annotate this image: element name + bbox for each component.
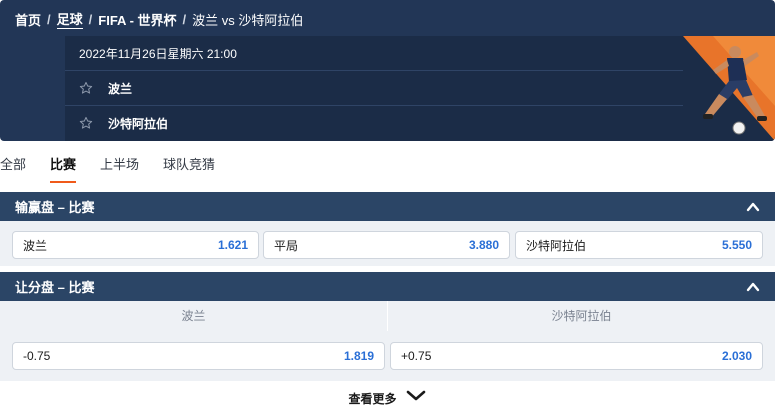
breadcrumb-competition-link[interactable]: FIFA - 世界杯: [98, 10, 176, 29]
soccer-player-illustration: [683, 36, 775, 141]
chevron-up-icon[interactable]: [746, 280, 760, 294]
odds-price: 5.550: [721, 238, 752, 252]
match-header: 首页 / 足球 / FIFA - 世界杯 / 波兰 vs 沙特阿拉伯 2022年…: [0, 0, 775, 141]
odds-label: -0.75: [23, 349, 51, 363]
team-name-away: 沙特阿拉伯: [108, 116, 169, 131]
market-handicap-title: 让分盘 – 比赛: [15, 280, 95, 295]
breadcrumb-current-match: 波兰 vs 沙特阿拉伯: [192, 12, 304, 28]
odds-price: 2.030: [721, 349, 752, 363]
odds-button-away[interactable]: 沙特阿拉伯 5.550: [515, 231, 763, 259]
odds-button-draw[interactable]: 平局 3.880: [263, 231, 510, 259]
odds-label: 沙特阿拉伯: [526, 238, 587, 253]
tab-team-specials[interactable]: 球队竞猜: [163, 156, 215, 183]
breadcrumb-separator: /: [182, 11, 187, 27]
market-1x2-title: 输赢盘 – 比赛: [15, 200, 95, 215]
star-icon[interactable]: [79, 116, 93, 130]
breadcrumb-separator: /: [88, 11, 93, 27]
tab-bar: 全部 比赛 上半场 球队竞猜: [0, 156, 239, 184]
odds-price: 3.880: [468, 238, 499, 252]
tab-all[interactable]: 全部: [0, 156, 26, 183]
odds-label: 平局: [274, 238, 299, 253]
market-handicap-header[interactable]: 让分盘 – 比赛: [0, 272, 775, 301]
team-row-away: 沙特阿拉伯: [65, 106, 683, 140]
breadcrumb: 首页 / 足球 / FIFA - 世界杯 / 波兰 vs 沙特阿拉伯: [15, 9, 304, 29]
column-header-away: 沙特阿拉伯: [551, 309, 612, 323]
odds-button-handicap-away[interactable]: +0.75 2.030: [390, 342, 763, 370]
show-more-label: 查看更多: [348, 391, 397, 405]
team-name-home: 波兰: [108, 81, 133, 96]
odds-label: 波兰: [23, 238, 48, 253]
column-header-home: 波兰: [181, 309, 206, 323]
star-icon[interactable]: [79, 81, 93, 95]
odds-button-home[interactable]: 波兰 1.621: [12, 231, 259, 259]
odds-price: 1.819: [343, 349, 374, 363]
market-1x2-body: 波兰 1.621 平局 3.880 沙特阿拉伯 5.550: [0, 221, 775, 266]
match-info-panel: 2022年11月26日星期六 21:00 波兰 沙特阿拉伯: [65, 36, 683, 141]
breadcrumb-separator: /: [47, 11, 51, 27]
odds-label: +0.75: [401, 349, 432, 363]
breadcrumb-football-link[interactable]: 足球: [56, 9, 83, 29]
market-1x2-header[interactable]: 输赢盘 – 比赛: [0, 192, 775, 221]
odds-button-handicap-home[interactable]: -0.75 1.819: [12, 342, 385, 370]
show-more-button[interactable]: 查看更多: [0, 390, 775, 405]
tab-match[interactable]: 比赛: [50, 156, 77, 183]
chevron-down-icon: [405, 389, 427, 405]
team-row-home: 波兰: [65, 71, 683, 105]
chevron-up-icon[interactable]: [746, 200, 760, 214]
market-handicap-body: 波兰 沙特阿拉伯 -0.75 1.819 +0.75 2.030: [0, 301, 775, 381]
tab-first-half[interactable]: 上半场: [100, 156, 139, 183]
breadcrumb-home-link[interactable]: 首页: [15, 10, 41, 29]
match-datetime: 2022年11月26日星期六 21:00: [79, 47, 237, 61]
odds-price: 1.621: [217, 238, 248, 252]
